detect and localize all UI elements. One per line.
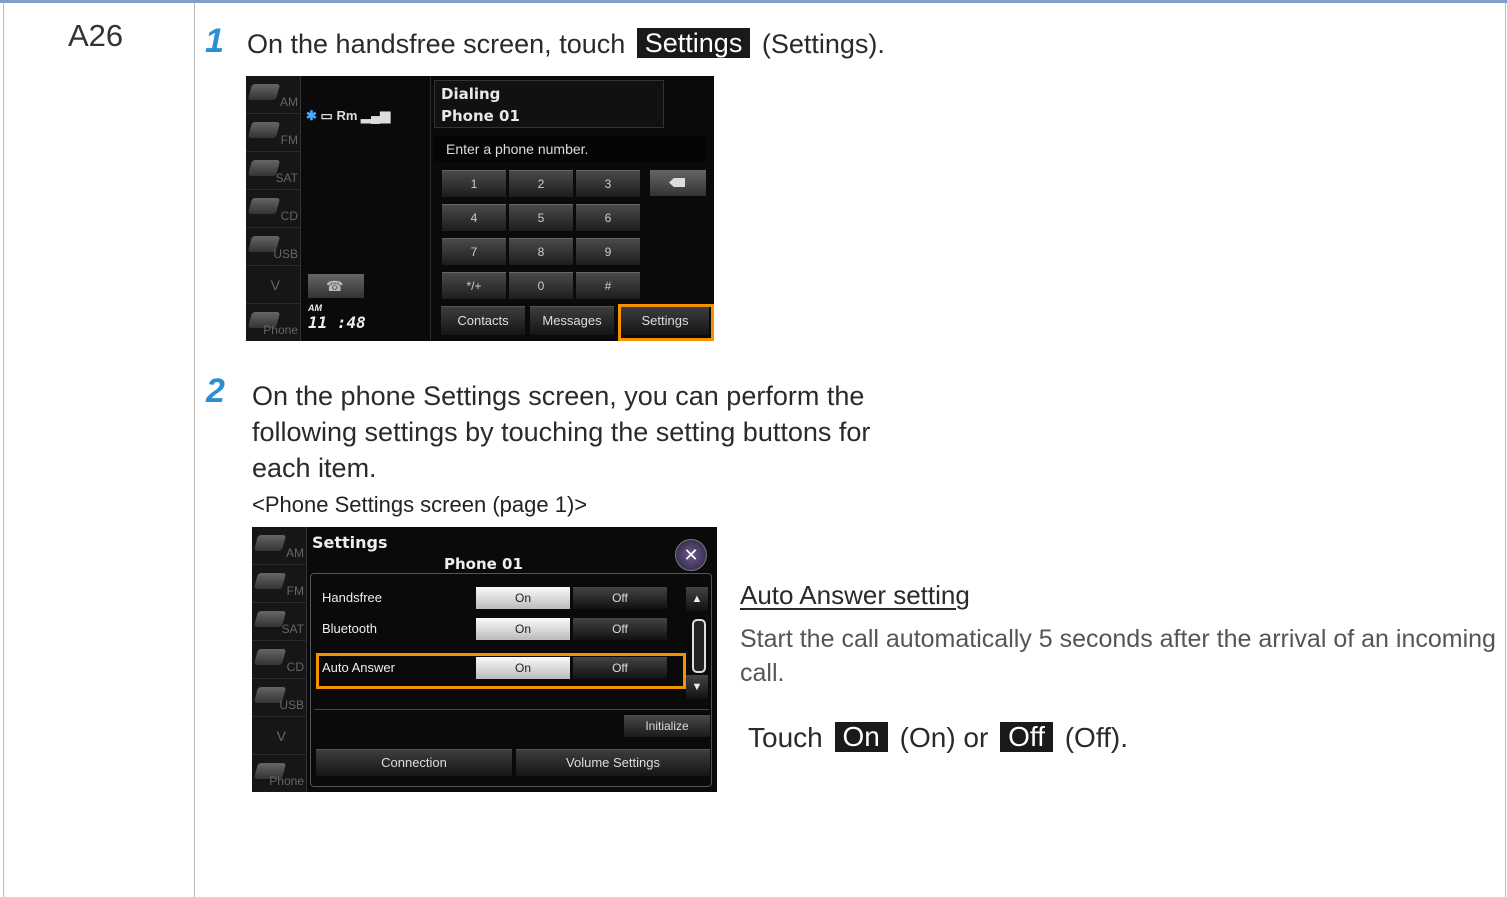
sidebar-item-sat[interactable]: SAT bbox=[252, 603, 306, 641]
touch-prefix: Touch bbox=[748, 722, 823, 753]
source-sidebar: AM FM SAT CD USB V Phone bbox=[246, 76, 301, 341]
handset-icon: ☎ bbox=[326, 278, 344, 294]
sidebar-item-usb[interactable]: USB bbox=[252, 679, 306, 717]
sidebar-item-fm[interactable]: FM bbox=[252, 565, 306, 603]
table-right-border bbox=[1505, 3, 1506, 897]
key-2[interactable]: 2 bbox=[509, 170, 573, 197]
key-9[interactable]: 9 bbox=[576, 238, 640, 265]
key-hash[interactable]: # bbox=[576, 272, 640, 299]
touch-instruction: Touch On (On) or Off (Off). bbox=[748, 722, 1128, 754]
sidebar-item-am[interactable]: AM bbox=[252, 527, 306, 565]
auto-answer-description: Start the call automatically 5 seconds a… bbox=[740, 625, 1496, 687]
row-id: A26 bbox=[68, 18, 124, 53]
sidebar-item-phone[interactable]: Phone bbox=[246, 304, 300, 341]
device-name: Phone 01 bbox=[441, 107, 520, 125]
dialing-header: Dialing Phone 01 bbox=[434, 80, 664, 128]
on-inline-label: On bbox=[834, 722, 888, 752]
key-star[interactable]: */+ bbox=[442, 272, 506, 299]
off-inline-label: Off bbox=[1000, 722, 1053, 752]
initialize-button[interactable]: Initialize bbox=[624, 715, 710, 737]
step1-instruction: On the handsfree screen, touch Settings … bbox=[247, 28, 885, 60]
step1-text-after: (Settings). bbox=[761, 29, 885, 59]
key-8[interactable]: 8 bbox=[509, 238, 573, 265]
connection-button[interactable]: Connection bbox=[316, 749, 512, 776]
radio-icon bbox=[253, 535, 287, 551]
phone-settings-screen: AM FM SAT CD USB V Phone Settings Phone … bbox=[252, 527, 717, 792]
key-1[interactable]: 1 bbox=[442, 170, 506, 197]
roaming-label: Rm bbox=[336, 108, 358, 123]
settings-highlight bbox=[618, 304, 714, 341]
signal-icon: ▂▄▆ bbox=[361, 108, 391, 123]
settings-title: Settings bbox=[312, 533, 388, 552]
dialing-title: Dialing bbox=[441, 85, 501, 103]
key-7[interactable]: 7 bbox=[442, 238, 506, 265]
sidebar-item-fm[interactable]: FM bbox=[246, 114, 300, 152]
step2-number: 2 bbox=[206, 372, 225, 410]
bluetooth-icon: ✱ bbox=[306, 108, 317, 123]
clock-time: 11 :48 bbox=[308, 313, 366, 332]
step1-text-before: On the handsfree screen, touch bbox=[247, 29, 626, 59]
sidebar-item-more[interactable]: V bbox=[252, 717, 306, 755]
close-button[interactable]: ✕ bbox=[675, 539, 707, 571]
sidebar-item-cd[interactable]: CD bbox=[252, 641, 306, 679]
source-sidebar: AM FM SAT CD USB V Phone bbox=[252, 527, 307, 792]
scroll-down-button[interactable]: ▼ bbox=[686, 675, 708, 699]
sidebar-item-usb[interactable]: USB bbox=[246, 228, 300, 266]
key-6[interactable]: 6 bbox=[576, 204, 640, 231]
handsfree-label: Handsfree bbox=[322, 590, 382, 605]
status-bar: ✱ ▭ Rm ▂▄▆ bbox=[306, 108, 390, 124]
key-4[interactable]: 4 bbox=[442, 204, 506, 231]
scrollbar-thumb[interactable] bbox=[692, 619, 706, 673]
on-paren-text: (On) or bbox=[899, 722, 989, 753]
clock-ampm: AM bbox=[308, 303, 322, 313]
messages-button[interactable]: Messages bbox=[530, 306, 614, 335]
contacts-button[interactable]: Contacts bbox=[441, 306, 525, 335]
disc-icon bbox=[247, 198, 281, 214]
clock: AM 11 :48 bbox=[308, 304, 366, 333]
scroll-up-button[interactable]: ▲ bbox=[686, 587, 708, 611]
key-3[interactable]: 3 bbox=[576, 170, 640, 197]
key-0[interactable]: 0 bbox=[509, 272, 573, 299]
handsfree-off-button[interactable]: Off bbox=[573, 587, 667, 609]
step1-number: 1 bbox=[205, 22, 224, 60]
sidebar-item-sat[interactable]: SAT bbox=[246, 152, 300, 190]
sidebar-item-cd[interactable]: CD bbox=[246, 190, 300, 228]
auto-answer-heading: Auto Answer setting bbox=[740, 580, 970, 610]
radio-icon bbox=[253, 573, 287, 589]
bluetooth-on-button[interactable]: On bbox=[476, 618, 570, 640]
backspace-button[interactable] bbox=[650, 170, 706, 196]
radio-icon bbox=[247, 84, 281, 100]
volume-settings-button[interactable]: Volume Settings bbox=[516, 749, 710, 776]
top-border bbox=[0, 0, 1507, 3]
off-paren-text: (Off). bbox=[1064, 722, 1128, 753]
auto-answer-highlight bbox=[316, 653, 686, 689]
call-button[interactable]: ☎ bbox=[308, 274, 364, 298]
sidebar-item-more[interactable]: V bbox=[246, 266, 300, 304]
screen-caption: <Phone Settings screen (page 1)> bbox=[252, 492, 588, 517]
radio-icon bbox=[247, 122, 281, 138]
bluetooth-label: Bluetooth bbox=[322, 621, 377, 636]
column-divider bbox=[194, 3, 195, 897]
step2-text: On the phone Settings screen, you can pe… bbox=[252, 381, 871, 483]
handsfree-on-button[interactable]: On bbox=[476, 587, 570, 609]
disc-icon bbox=[253, 649, 287, 665]
device-name: Phone 01 bbox=[444, 555, 523, 573]
sidebar-item-am[interactable]: AM bbox=[246, 76, 300, 114]
settings-inline-label: Settings bbox=[636, 28, 751, 58]
panel-separator bbox=[314, 709, 709, 710]
table-left-border bbox=[3, 3, 4, 897]
sidebar-item-phone[interactable]: Phone bbox=[252, 755, 306, 792]
key-5[interactable]: 5 bbox=[509, 204, 573, 231]
battery-icon: ▭ bbox=[320, 108, 333, 123]
panel-divider bbox=[430, 76, 431, 341]
handsfree-screen: AM FM SAT CD USB V Phone ✱ ▭ Rm ▂▄▆ Dial… bbox=[246, 76, 714, 341]
bluetooth-off-button[interactable]: Off bbox=[573, 618, 667, 640]
phone-number-field[interactable]: Enter a phone number. bbox=[434, 136, 706, 162]
